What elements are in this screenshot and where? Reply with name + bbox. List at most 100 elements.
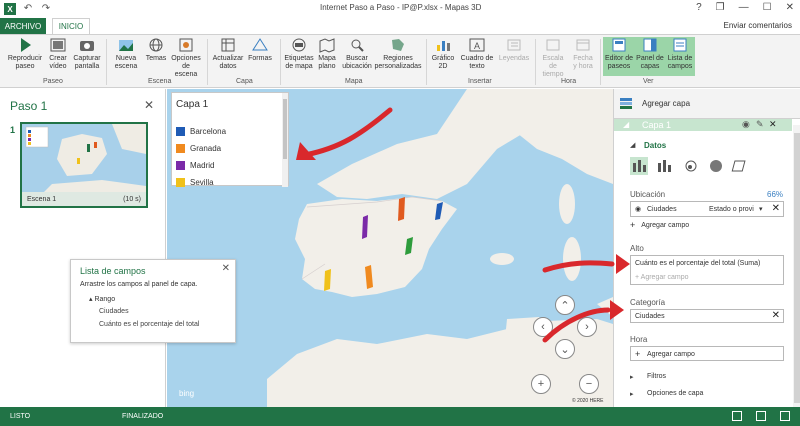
camera-view-icon[interactable] [756,411,766,421]
layer-pane-toolbar: Agregar capa [614,89,800,119]
title-bar: X ↶ ↷ Internet Paso a Paso - IP@P.xlsx -… [0,0,800,18]
layer-pane-button[interactable]: Panel de capas [635,37,665,71]
chart-type-selector[interactable] [630,157,780,175]
tilt-down-button[interactable]: ⌄ [555,339,575,359]
zoom-in-button[interactable]: + [531,374,551,394]
scene-info-bar: Escena 1 (10 s) [22,192,146,206]
rotate-right-button[interactable]: › [577,317,597,337]
redo-icon[interactable]: ↷ [40,3,52,15]
radio-selected-icon[interactable]: ◉ [635,205,641,213]
maximize-icon[interactable]: ☐ [763,2,772,13]
close-tour-panel-icon[interactable]: ✕ [144,98,154,112]
time-scale-button[interactable]: Escala de tiempo [538,37,568,79]
legends-button[interactable]: Leyendas [498,37,530,63]
tour-title: Paso 1 [10,99,48,113]
legend-swatch [176,161,185,170]
add-layer-button[interactable]: Agregar capa [618,95,690,111]
new-scene-button[interactable]: Nueva escena [111,37,141,71]
close-field-list-icon[interactable]: ✕ [222,263,230,274]
refresh-data-button[interactable]: Actualizar datos [212,37,244,71]
group-label-hora: Hora [561,78,577,85]
custom-regions-button[interactable]: Regiones personalizadas [374,37,422,71]
shapes-button[interactable]: Formas [246,37,274,63]
tab-archivo[interactable]: ARCHIVO [0,18,46,34]
textbox-button[interactable]: A Cuadro de texto [458,37,496,71]
layer-pane-scroll-thumb[interactable] [794,133,800,403]
add-layer-icon [620,98,632,109]
add-location-field-button[interactable]: + Agregar campo [630,220,689,230]
field-list-item[interactable]: Ciudades [99,308,129,315]
send-feedback-link[interactable]: Enviar comentarios [724,21,792,30]
layer-options-section[interactable]: Opciones de capa [647,390,703,397]
eye-icon[interactable]: ◉ [742,119,750,130]
expand-filters-icon[interactable]: ▸ [630,373,634,381]
map-labels-button[interactable]: Etiquetas de mapa [284,37,314,71]
legend-item: Madrid [176,161,214,170]
collapse-caret-icon[interactable]: ◢ [630,141,635,149]
zoom-out-button[interactable]: − [579,374,599,394]
filters-section[interactable]: Filtros [647,373,666,380]
ribbon: Reproducir paseo Crear vídeo Capturar pa… [0,34,800,88]
status-finished: FINALIZADO [122,413,164,420]
remove-field-icon[interactable]: ✕ [772,203,780,214]
themes-button[interactable]: Temas [143,37,169,63]
help-icon[interactable]: ? [696,2,702,13]
map-labels-icon [292,38,306,52]
location-confidence[interactable]: 66% [767,190,783,199]
close-window-icon[interactable]: ✕ [786,2,794,13]
delete-layer-icon[interactable]: ✕ [769,119,777,130]
remove-category-icon[interactable]: ✕ [772,310,780,321]
restore-ribbon-icon[interactable]: ❐ [716,2,725,13]
flat-map-button[interactable]: Mapa plano [315,37,339,71]
rename-layer-icon[interactable]: ✎ [756,119,764,130]
layer-pane: Agregar capa Capa 1 ◢ Datos Ubicación 66… [613,89,800,407]
time-scale-icon [546,39,560,51]
flat-map-icon [319,38,335,53]
minimize-icon[interactable]: — [739,2,749,13]
dropdown-arrow-icon[interactable]: ▾ [759,205,763,213]
field-list-table[interactable]: ▴ Rango [89,295,115,303]
undo-icon[interactable]: ↶ [22,3,34,15]
rotate-left-button[interactable]: ‹ [533,317,553,337]
field-list-panel[interactable]: Lista de campos ✕ Arrastre los campos al… [70,259,236,343]
camera-icon [80,41,94,51]
map-canvas[interactable]: bing © 2020 HERE Capa 1 Barcelona Granad… [167,89,613,407]
layer-header[interactable] [614,119,792,131]
bing-logo: bing [179,389,195,398]
map-view-icon[interactable] [732,411,742,421]
collapse-layer-icon[interactable]: ◢ [623,120,629,129]
time-field[interactable]: + Agregar campo [630,346,784,361]
add-height-field-button[interactable]: + Agregar campo [635,274,689,281]
group-label-escena: Escena [148,78,172,85]
location-type-dropdown[interactable]: Estado o provi [709,206,754,213]
group-label-ver: Ver [643,78,654,85]
tab-inicio[interactable]: INICIO [52,18,90,34]
layer-legend[interactable]: Capa 1 Barcelona Granada Madrid Sevilla [171,92,289,187]
category-label: Categoría [630,298,666,307]
scene-number: 1 [10,125,16,135]
create-video-button[interactable]: Crear vídeo [46,37,70,71]
scene-options-button[interactable]: Opciones de escena [170,37,202,79]
fullscreen-icon[interactable] [780,411,790,421]
find-location-icon [351,39,364,52]
chart-2d-button[interactable]: Gráfico 2D [430,37,456,71]
group-label-capa: Capa [236,78,253,85]
expand-layer-options-icon[interactable]: ▸ [630,390,634,398]
calendar-icon [576,39,590,51]
legend-scroll-thumb[interactable] [283,99,287,159]
find-location-button[interactable]: Buscar ubicación [341,37,373,71]
category-field[interactable]: Ciudades ✕ [630,309,784,323]
location-field[interactable]: ◉ Ciudades Estado o provi ▾ ✕ [630,201,784,217]
chevron-up-icon: ⌃ [560,299,570,312]
capture-screen-button[interactable]: Capturar pantalla [72,37,102,71]
date-time-button[interactable]: Fecha y hora [570,37,596,71]
tour-editor-button[interactable]: Editor de paseos [604,37,634,71]
scene-thumbnail[interactable]: Escena 1 (10 s) [20,122,148,208]
play-tour-button[interactable]: Reproducir paseo [6,37,44,71]
field-list-item[interactable]: Cuánto es el porcentaje del total [99,321,199,328]
legend-title: Capa 1 [176,99,209,110]
tilt-up-button[interactable]: ⌃ [555,295,575,315]
field-list-button[interactable]: Lista de campos [666,37,694,71]
height-field[interactable]: Cuánto es el porcentaje del total (Suma)… [630,255,784,285]
height-label: Alto [630,244,644,253]
